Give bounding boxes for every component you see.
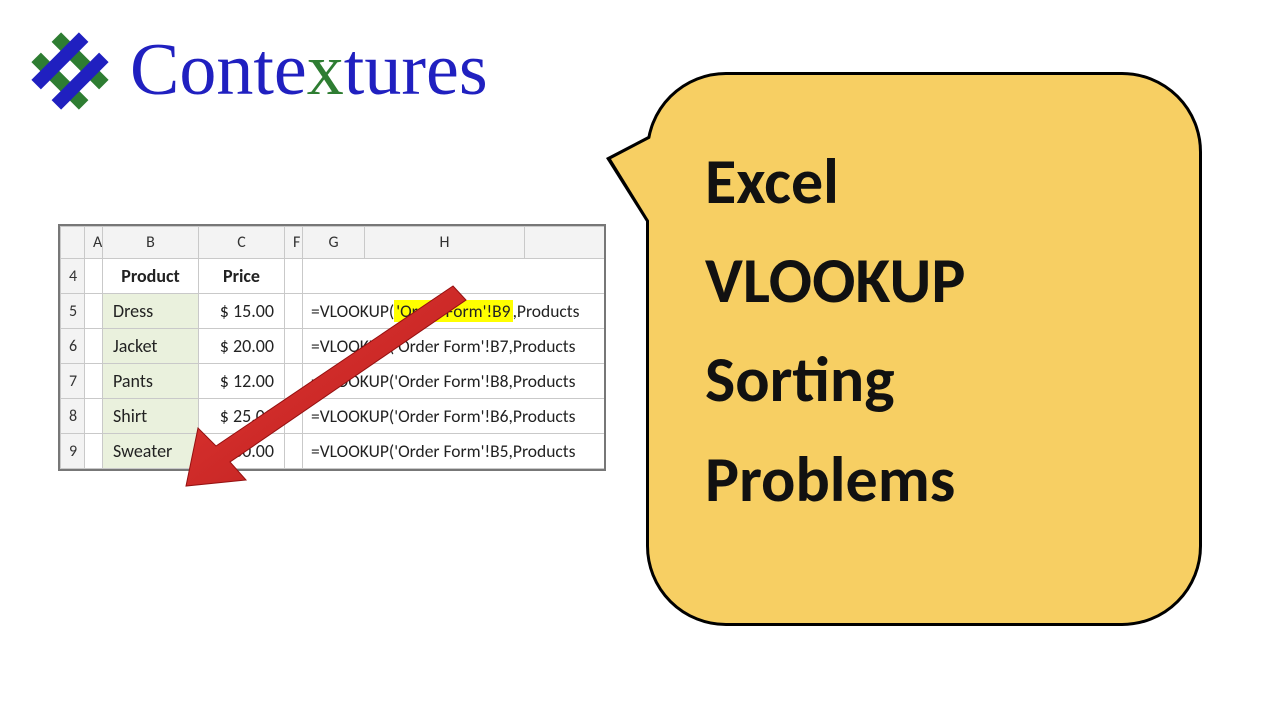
price-cell: $ 20.00 xyxy=(199,329,285,364)
col-header: A xyxy=(85,227,103,259)
row-header: 6 xyxy=(61,329,85,364)
col-header: B xyxy=(103,227,199,259)
table-row: 4 Product Price xyxy=(61,259,607,294)
hash-icon xyxy=(28,29,112,113)
table-row: 9 Sweater $ 30.00 =VLOOKUP('Order Form'!… xyxy=(61,434,607,469)
table-row: 6 Jacket $ 20.00 =VLOOKUP('Order Form'!B… xyxy=(61,329,607,364)
formula-cell: =VLOOKUP('Order Form'!B5,Products xyxy=(303,434,607,469)
product-cell: Dress xyxy=(103,294,199,329)
formula-cell: =VLOOKUP('Order Form'!B9,Products xyxy=(303,294,607,329)
price-cell: $ 30.00 xyxy=(199,434,285,469)
formula-cell: =VLOOKUP('Order Form'!B7,Products xyxy=(303,329,607,364)
col-header: H xyxy=(365,227,525,259)
row-header: 4 xyxy=(61,259,85,294)
table-row: 8 Shirt $ 25.00 =VLOOKUP('Order Form'!B6… xyxy=(61,399,607,434)
product-cell: Sweater xyxy=(103,434,199,469)
price-cell: $ 12.00 xyxy=(199,364,285,399)
spreadsheet-panel: A B C F G H I 4 Product Price 5 Dress $ … xyxy=(58,224,606,471)
table-row: 5 Dress $ 15.00 =VLOOKUP('Order Form'!B9… xyxy=(61,294,607,329)
callout-title: Excel VLOOKUP Sorting Problems xyxy=(705,133,1143,530)
formula-cell: =VLOOKUP('Order Form'!B8,Products xyxy=(303,364,607,399)
row-header: 5 xyxy=(61,294,85,329)
price-cell: $ 15.00 xyxy=(199,294,285,329)
row-header: 8 xyxy=(61,399,85,434)
col-header: F xyxy=(285,227,303,259)
col-header: C xyxy=(199,227,285,259)
header-price: Price xyxy=(199,259,285,294)
row-header: 9 xyxy=(61,434,85,469)
row-header: 7 xyxy=(61,364,85,399)
product-cell: Pants xyxy=(103,364,199,399)
table-row: 7 Pants $ 12.00 =VLOOKUP('Order Form'!B8… xyxy=(61,364,607,399)
col-header: G xyxy=(303,227,365,259)
spreadsheet-grid: A B C F G H I 4 Product Price 5 Dress $ … xyxy=(60,226,606,469)
corner-cell xyxy=(61,227,85,259)
brand-name: Contextures xyxy=(130,28,488,113)
formula-cell: =VLOOKUP('Order Form'!B6,Products xyxy=(303,399,607,434)
header-product: Product xyxy=(103,259,199,294)
title-callout: Excel VLOOKUP Sorting Problems xyxy=(646,72,1202,626)
brand-logo: Contextures xyxy=(28,28,488,113)
product-cell: Jacket xyxy=(103,329,199,364)
product-cell: Shirt xyxy=(103,399,199,434)
col-header: I xyxy=(525,227,607,259)
price-cell: $ 25.00 xyxy=(199,399,285,434)
highlighted-reference: 'Order Form'!B9 xyxy=(394,300,512,322)
